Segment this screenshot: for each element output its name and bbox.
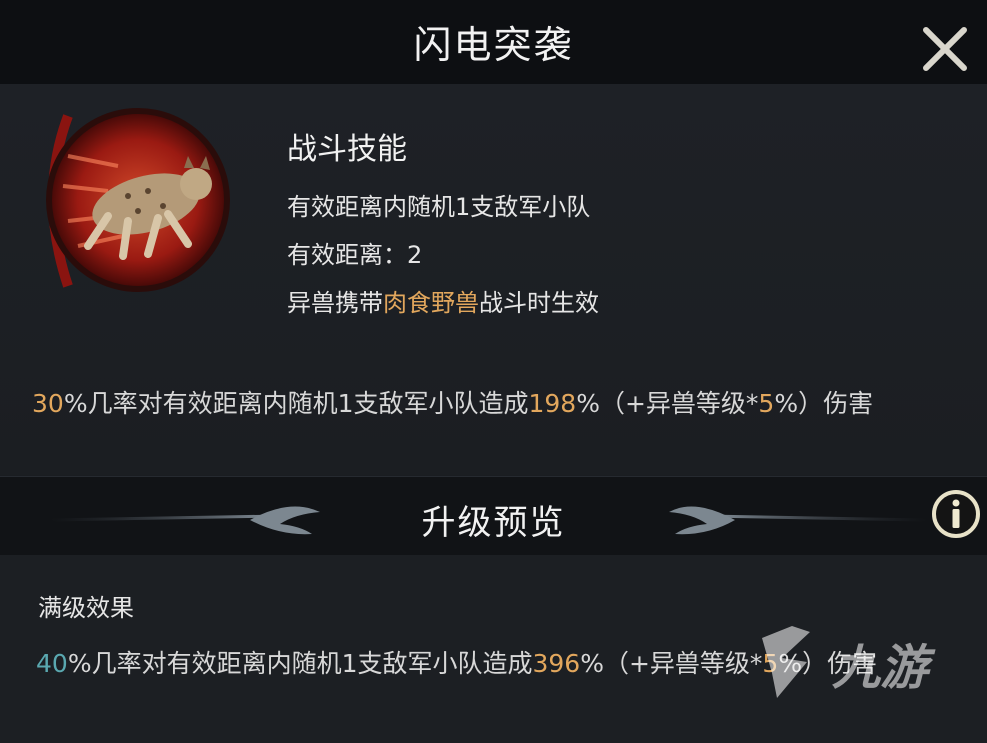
skill-effect-description: 30%几率对有效距离内随机1支敌军小队造成198%（+异兽等级*5%）伤害 xyxy=(32,384,873,420)
max-effect-text-1: %几率对有效距离内随机1支敌军小队造成 xyxy=(67,649,533,678)
info-icon[interactable] xyxy=(930,488,982,540)
effect-text-1: %几率对有效距离内随机1支敌军小队造成 xyxy=(63,389,529,418)
watermark-logo: 九游 xyxy=(762,626,936,698)
max-effect-text-2: %（+异兽等级* xyxy=(580,649,763,678)
effect-text-3: %）伤害 xyxy=(774,389,874,418)
condition-prefix: 异兽携带 xyxy=(287,289,383,317)
effect-text-2: %（+异兽等级* xyxy=(576,389,759,418)
skill-condition-text: 异兽携带肉食野兽战斗时生效 xyxy=(287,283,599,318)
damage-value: 198 xyxy=(528,389,577,418)
condition-highlight: 肉食野兽 xyxy=(383,289,479,317)
page-title: 闪电突袭 xyxy=(413,23,574,67)
max-chance-value: 40 xyxy=(36,649,68,678)
skill-target-text: 有效距离内随机1支敌军小队 xyxy=(287,193,591,221)
skill-range-text: 有效距离：2 xyxy=(287,241,423,269)
watermark-text: 九游 xyxy=(832,640,936,696)
chance-value: 30 xyxy=(32,389,64,418)
lynx-skill-icon xyxy=(46,108,230,292)
level-factor-value: 5 xyxy=(758,389,775,418)
max-damage-value: 396 xyxy=(532,649,581,678)
skill-type-label: 战斗技能 xyxy=(287,132,407,167)
max-level-description: 40%几率对有效距离内随机1支敌军小队造成396%（+异兽等级*5%）伤害 xyxy=(36,644,877,680)
condition-suffix: 战斗时生效 xyxy=(479,289,599,317)
close-icon[interactable] xyxy=(916,20,974,78)
max-level-label: 满级效果 xyxy=(38,594,134,622)
wing-ornament-right-icon xyxy=(669,506,927,535)
